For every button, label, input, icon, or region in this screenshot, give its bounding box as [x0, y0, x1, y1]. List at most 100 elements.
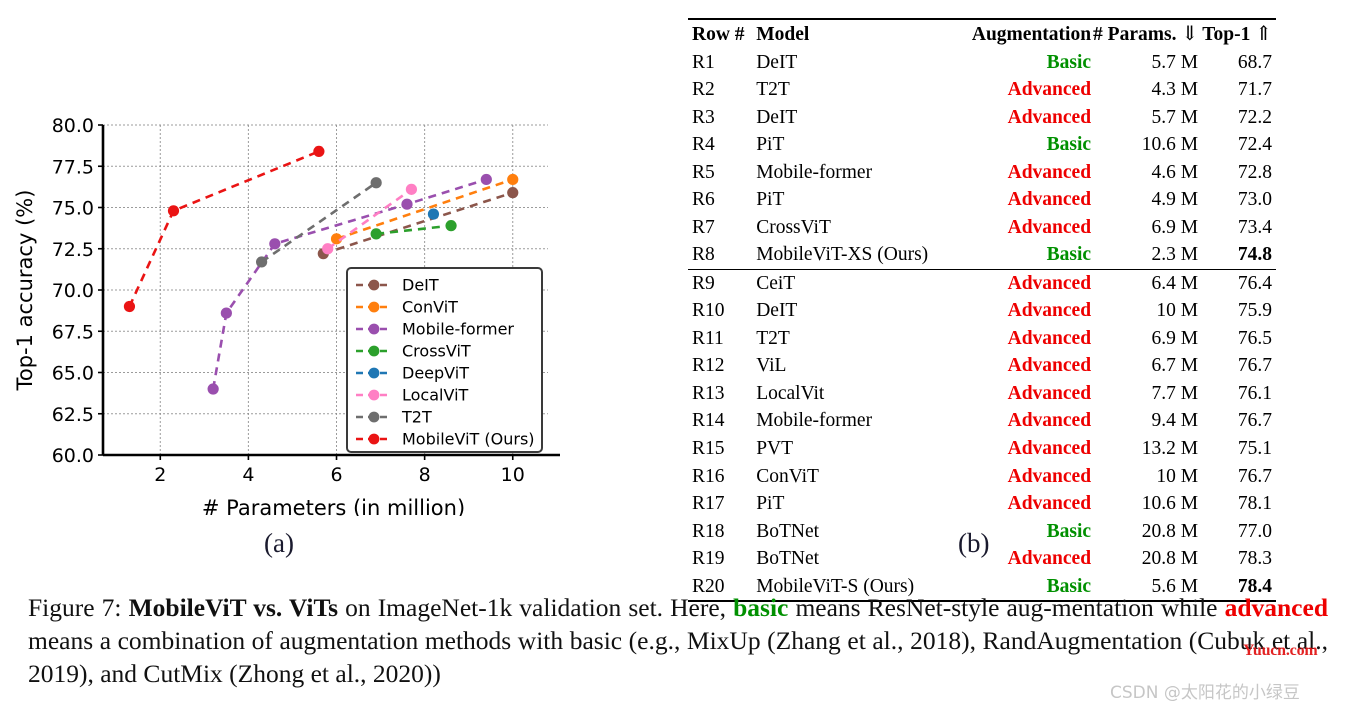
cell-params: 2.3 M: [1151, 244, 1199, 266]
data-point: [313, 145, 325, 157]
chart-legend[interactable]: DeIT ConViT Mobile-former CrossViT DeepViT Lo…: [346, 267, 543, 453]
subfigure-b-label: (b): [958, 528, 990, 558]
cell-params: 4.9 M: [1151, 189, 1199, 211]
cell-params: 7.7 M: [1151, 382, 1199, 404]
table-row[interactable]: R8 MobileViT-XS (Ours) Basic 2.3 M 74.8: [688, 241, 1276, 269]
cell-row-number: R12: [692, 355, 725, 377]
cell-augmentation: Basic: [962, 49, 1093, 77]
header-top1: Top-1 ⇑: [1202, 18, 1276, 49]
cell-model-name: BoTNet: [756, 520, 820, 542]
cell-augmentation-value: Advanced: [1007, 327, 1092, 349]
cell-top1: 78.3: [1237, 548, 1272, 570]
data-point: [507, 173, 519, 186]
cell-top1: 73.4: [1237, 216, 1272, 238]
table-row[interactable]: R12 ViL Advanced 6.7 M 76.7: [688, 352, 1276, 380]
cell-params: 20.8 M: [1141, 520, 1199, 542]
cell-top1: 76.7: [1237, 355, 1272, 377]
cell-augmentation: Advanced: [962, 325, 1093, 353]
y-tick-label: 62.5: [52, 404, 94, 426]
table-row[interactable]: R16 ConViT Advanced 10 M 76.7: [688, 463, 1276, 491]
cell-row-number: R13: [692, 382, 725, 404]
y-tick-label: 72.5: [52, 239, 94, 261]
x-tick-label: 6: [330, 464, 342, 486]
cell-top1: 72.4: [1237, 134, 1272, 156]
watermark-yuucn: Yuucn.com: [1243, 642, 1318, 659]
cell-augmentation-value: Advanced: [1007, 493, 1092, 515]
cell-model-name: PVT: [756, 437, 794, 459]
cell-row-number: R11: [692, 327, 724, 349]
header-augmentation: Augmentation: [961, 18, 1094, 49]
cell-params: 10.6 M: [1141, 134, 1199, 156]
cell-params: 6.9 M: [1151, 327, 1199, 349]
legend-label: DeIT: [402, 276, 439, 295]
cell-params: 4.6 M: [1151, 161, 1199, 183]
data-point: [480, 173, 492, 186]
cell-row-number: R8: [692, 244, 715, 266]
cell-top1: 76.5: [1237, 327, 1272, 349]
y-tick-label: 80.0: [52, 115, 94, 137]
cell-augmentation-value: Advanced: [1007, 300, 1092, 322]
cell-model-name: DeIT: [756, 51, 798, 73]
cell-row-number: R5: [692, 161, 715, 183]
legend-marker: [368, 367, 380, 379]
header-model: Model: [756, 18, 962, 49]
table-row[interactable]: R7 CrossViT Advanced 6.9 M 73.4: [688, 214, 1276, 242]
y-tick-label: 77.5: [52, 156, 94, 178]
cell-params: 5.7 M: [1151, 106, 1199, 128]
cell-top1: 77.0: [1237, 520, 1272, 542]
data-point: [445, 220, 457, 232]
cell-augmentation-value: Basic: [1046, 520, 1092, 542]
cell-row-number: R16: [692, 465, 725, 487]
cell-top1: 75.1: [1237, 437, 1272, 459]
cell-params: 6.7 M: [1151, 355, 1199, 377]
legend-marker: [368, 433, 380, 445]
cell-params: 6.9 M: [1151, 216, 1199, 238]
table-row[interactable]: R2 T2T Advanced 4.3 M 71.7: [688, 76, 1276, 104]
cell-model-name: Mobile-former: [756, 161, 873, 183]
cell-row-number: R2: [692, 79, 715, 101]
table-row[interactable]: R11 T2T Advanced 6.9 M 76.5: [688, 325, 1276, 353]
cell-model-name: Mobile-former: [756, 410, 873, 432]
cell-augmentation: Advanced: [961, 268, 1094, 298]
x-tick-label: 4: [242, 464, 254, 486]
cell-top1: 76.7: [1237, 410, 1272, 432]
table-row[interactable]: R6 PiT Advanced 4.9 M 73.0: [688, 186, 1276, 214]
cell-top1: 73.0: [1237, 189, 1272, 211]
table-row[interactable]: R17 PiT Advanced 10.6 M 78.1: [688, 490, 1276, 518]
cell-augmentation: Advanced: [962, 463, 1093, 491]
table-header-row: Row # Model Augmentation # Params. ⇓ Top…: [688, 18, 1276, 49]
legend-marker: [368, 389, 380, 401]
table-row[interactable]: R9 CeiT Advanced 6.4 M 76.4: [688, 268, 1276, 298]
watermark-csdn: CSDN @太阳花的小绿豆: [1110, 683, 1300, 703]
table-row[interactable]: R5 Mobile-former Advanced 4.6 M 72.8: [688, 159, 1276, 187]
cell-model-name: DeIT: [756, 106, 798, 128]
series-deepvit: [427, 208, 440, 220]
cell-augmentation: Advanced: [962, 380, 1093, 408]
cell-augmentation: Advanced: [962, 435, 1093, 463]
table-row[interactable]: R1 DeIT Basic 5.7 M 68.7: [688, 49, 1276, 77]
table-row[interactable]: R3 DeIT Advanced 5.7 M 72.2: [688, 104, 1276, 132]
table-row[interactable]: R4 PiT Basic 10.6 M 72.4: [688, 131, 1276, 159]
cell-augmentation-value: Basic: [1046, 244, 1092, 266]
cell-row-number: R18: [692, 520, 725, 542]
cell-params: 5.7 M: [1151, 51, 1199, 73]
cell-model-name: ConViT: [756, 465, 819, 487]
series-line: [128, 150, 320, 308]
y-tick-label: 65.0: [52, 363, 94, 385]
cell-params: 10 M: [1156, 300, 1199, 322]
table-row[interactable]: R15 PVT Advanced 13.2 M 75.1: [688, 435, 1276, 463]
data-point: [167, 205, 180, 217]
legend-marker: [368, 279, 380, 291]
table-row[interactable]: R14 Mobile-former Advanced 9.4 M 76.7: [688, 407, 1276, 435]
cell-params: 10.6 M: [1141, 493, 1199, 515]
table-row[interactable]: R10 DeIT Advanced 10 M 75.9: [688, 297, 1276, 325]
cell-top1: 75.9: [1237, 300, 1272, 322]
y-tick-label: 60.0: [52, 445, 94, 467]
cell-top1-value: 74.8: [1237, 244, 1272, 266]
cell-model-name: PiT: [756, 493, 785, 515]
cell-augmentation: Advanced: [962, 214, 1093, 242]
table-row[interactable]: R13 LocalVit Advanced 7.7 M 76.1: [688, 380, 1276, 408]
cell-row-number: R4: [692, 134, 715, 156]
cell-model-name: ViL: [756, 355, 787, 377]
cell-augmentation: Advanced: [962, 352, 1093, 380]
